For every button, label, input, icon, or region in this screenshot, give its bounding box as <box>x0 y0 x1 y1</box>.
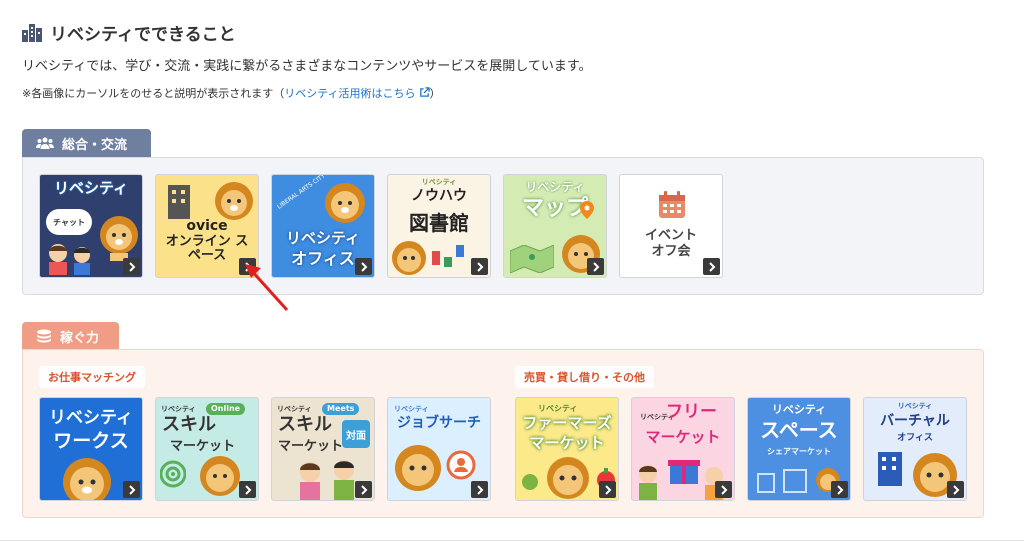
tile-skill-meets[interactable]: リベシティ Meets スキル マーケット 対面 <box>271 397 375 501</box>
section-header: リベシティでできること <box>22 20 236 45</box>
person-search-icon <box>446 450 476 480</box>
tile-chat[interactable]: リベシティ チャット <box>39 174 143 278</box>
tile-virtual-sub: オフィス <box>897 433 933 443</box>
tile-skill-online-brand: リベシティ <box>161 405 196 413</box>
chevron-right-icon <box>123 481 140 498</box>
lion-illustration <box>325 183 365 223</box>
tile-event-title: イベント <box>644 228 697 243</box>
map-illustration <box>510 245 554 273</box>
tile-map-title: リベシティ <box>525 180 585 194</box>
tile-skill-online-title: スキル <box>162 414 216 435</box>
chevron-right-icon <box>831 481 848 498</box>
lion-illustration <box>200 456 240 496</box>
tile-ovice-title: ovice <box>186 218 228 234</box>
building-illustration <box>878 452 902 486</box>
tile-skill-online-sub: マーケット <box>170 439 236 454</box>
chevron-right-icon <box>471 258 488 275</box>
chevron-right-icon <box>587 258 604 275</box>
lion-illustration <box>63 458 111 500</box>
lion-illustration <box>100 216 138 261</box>
tile-job-search[interactable]: リベシティ ジョブサーチ <box>387 397 491 501</box>
people-icon <box>36 137 54 149</box>
tile-flea-title: フリー <box>666 402 717 422</box>
pin-icon <box>580 201 594 219</box>
tile-library[interactable]: リベシティ ノウハウ 図書館 <box>387 174 491 278</box>
chat-bubble: チャット <box>46 209 92 235</box>
signal-icon <box>160 460 186 488</box>
tile-farmers-market[interactable]: リベシティ ファーマーズ マーケット <box>515 397 619 501</box>
tile-virtual-brand: リベシティ <box>897 402 933 410</box>
pointer-arrow-icon <box>245 264 289 312</box>
tile-works-title: リベシティ <box>49 408 133 428</box>
tab-general: 総合・交流 <box>22 129 151 157</box>
chevron-right-icon <box>947 481 964 498</box>
note-suffix: ） <box>429 87 441 100</box>
tile-chat-title: リベシティ <box>53 179 129 197</box>
tile-farmers-brand: リベシティ <box>538 404 578 413</box>
tile-virtual-title: バーチャル <box>880 413 950 429</box>
tile-library-sub: 図書館 <box>409 211 469 235</box>
tile-library-brand: リベシティ <box>421 178 457 186</box>
tile-space-title: スペース <box>760 418 838 442</box>
page-description: リベシティでは、学び・交流・実践に繋がるさまざまなコンテンツやサービスを展開して… <box>22 59 592 74</box>
tile-chat-sub: チャット <box>53 217 85 227</box>
tile-job-search-brand: リベシティ <box>394 405 429 413</box>
page-title: リベシティでできること <box>22 20 236 45</box>
chevron-right-icon <box>355 258 372 275</box>
divider <box>0 540 1024 541</box>
tile-space-sub: シェアマーケット <box>767 447 831 456</box>
guide-link-text: リベシティ活用術はこちら <box>284 87 416 100</box>
chevron-right-icon <box>471 481 488 498</box>
chevron-right-icon <box>715 481 732 498</box>
lion-illustration <box>392 241 426 275</box>
tile-works[interactable]: リベシティ ワークス <box>39 397 143 501</box>
tile-event[interactable]: イベント オフ会 <box>619 174 723 278</box>
tile-farmers-sub: マーケット <box>529 434 605 452</box>
calendar-icon <box>659 191 685 218</box>
tile-flea-sub: マーケット <box>645 428 721 446</box>
note-prefix: ※各画像にカーソルをのせると説明が表示されます（ <box>22 87 285 100</box>
tile-library-title: ノウハウ <box>411 188 467 204</box>
chevron-right-icon <box>599 481 616 498</box>
tile-office-top: LIBERAL ARTS CITY <box>276 174 327 211</box>
tile-virtual-office[interactable]: リベシティ バーチャル オフィス <box>863 397 967 501</box>
tile-map[interactable]: リベシティ マップ <box>503 174 607 278</box>
tile-works-sub: ワークス <box>53 430 129 452</box>
tile-event-sub: オフ会 <box>651 244 691 259</box>
face-to-face-badge: 対面 <box>342 420 370 448</box>
hover-note: ※各画像にカーソルをのせると説明が表示されます（リベシティ活用術はこちら ） <box>22 85 441 101</box>
tile-space-market[interactable]: リベシティ スペース シェアマーケット <box>747 397 851 501</box>
chevron-right-icon <box>123 258 140 275</box>
tile-skill-meets-brand: リベシティ <box>277 405 312 413</box>
tile-job-search-title: ジョブサーチ <box>397 415 481 431</box>
chevron-right-icon <box>239 481 256 498</box>
lion-illustration <box>395 445 441 491</box>
subheading-trading: 売買・貸し借り・その他 <box>515 366 654 388</box>
chevron-right-icon <box>703 258 720 275</box>
tile-farmers-title: ファーマーズ <box>522 414 612 432</box>
tab-earn-label: 稼ぐ力 <box>60 330 100 346</box>
building-illustration <box>168 185 190 219</box>
guide-link[interactable]: リベシティ活用術はこちら <box>284 87 430 100</box>
people-illustration <box>300 460 354 500</box>
coins-icon <box>37 329 51 343</box>
tab-earn: 稼ぐ力 <box>22 322 119 350</box>
books-illustration <box>432 245 464 267</box>
tab-general-label: 総合・交流 <box>62 137 128 153</box>
page-title-text: リベシティでできること <box>50 25 236 45</box>
tile-skill-online[interactable]: リベシティ Online スキル マーケット <box>155 397 259 501</box>
tile-flea-market[interactable]: リベシティ フリー マーケット <box>631 397 735 501</box>
lion-illustration <box>215 182 253 220</box>
people-illustration <box>49 244 90 275</box>
chevron-right-icon <box>355 481 372 498</box>
external-link-icon <box>419 87 430 97</box>
tile-office-title: リベシティ <box>285 229 361 247</box>
tile-space-brand: リベシティ <box>771 403 827 416</box>
subheading-job-matching: お仕事マッチング <box>39 366 145 388</box>
city-icon <box>22 23 42 42</box>
